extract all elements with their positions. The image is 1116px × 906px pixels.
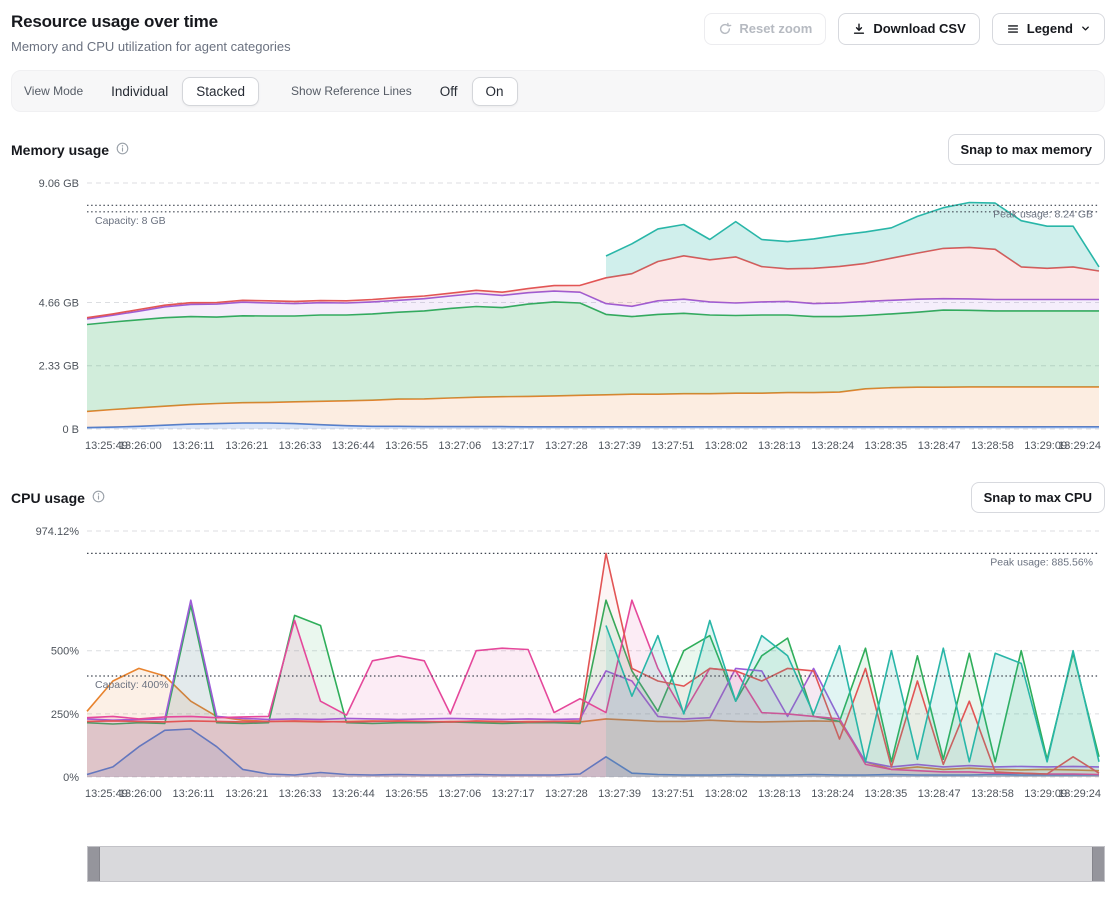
controls-bar: View Mode Individual Stacked Show Refere… bbox=[11, 70, 1105, 112]
reset-icon bbox=[718, 22, 732, 36]
reference-line-label: Peak usage: 885.56% bbox=[990, 556, 1093, 568]
info-icon[interactable] bbox=[116, 142, 129, 158]
legend-list-icon bbox=[1006, 22, 1020, 36]
page-title: Resource usage over time bbox=[11, 12, 291, 32]
x-tick-label: 13:27:28 bbox=[545, 440, 588, 452]
chevron-down-icon bbox=[1080, 23, 1091, 34]
legend-label: Legend bbox=[1027, 21, 1073, 37]
x-tick-label: 13:27:51 bbox=[651, 440, 694, 452]
cpu-usage-chart[interactable]: 0% 250% 500% 974.12% Peak usage: 885.56% Capa… bbox=[11, 519, 1105, 816]
info-icon[interactable] bbox=[92, 490, 105, 506]
x-tick-label: 13:26:33 bbox=[279, 788, 322, 800]
y-tick-label: 4.66 GB bbox=[39, 298, 79, 310]
cpu-section-title: CPU usage bbox=[11, 490, 85, 506]
x-tick-label: 13:27:39 bbox=[598, 440, 641, 452]
view-mode-label: View Mode bbox=[24, 84, 83, 98]
reference-lines-label: Show Reference Lines bbox=[291, 84, 412, 98]
resource-usage-page: Resource usage over time Memory and CPU … bbox=[0, 0, 1116, 904]
x-tick-label: 13:27:17 bbox=[492, 788, 535, 800]
x-tick-label: 13:28:58 bbox=[971, 788, 1014, 800]
x-tick-label: 13:28:13 bbox=[758, 440, 801, 452]
y-tick-label: 974.12% bbox=[36, 526, 80, 538]
reference-lines-option-on[interactable]: On bbox=[472, 77, 518, 106]
reset-zoom-button[interactable]: Reset zoom bbox=[704, 13, 826, 45]
x-tick-label: 13:27:06 bbox=[438, 788, 481, 800]
brush-handle-left[interactable] bbox=[88, 847, 100, 881]
reference-lines-option-off[interactable]: Off bbox=[426, 77, 472, 106]
x-tick-label: 13:28:58 bbox=[971, 440, 1014, 452]
x-tick-label: 13:27:06 bbox=[438, 440, 481, 452]
y-tick-label: 9.06 GB bbox=[39, 178, 79, 190]
x-tick-label: 13:26:33 bbox=[279, 440, 322, 452]
page-subtitle: Memory and CPU utilization for agent cat… bbox=[11, 39, 291, 54]
memory-usage-chart[interactable]: 0 B 2.33 GB 4.66 GB 9.06 GB Capacity: 8 GB Pe… bbox=[11, 171, 1105, 468]
zoom-brush-track[interactable] bbox=[87, 846, 1105, 882]
x-tick-label: 13:29:24 bbox=[1058, 788, 1101, 800]
y-tick-label: 250% bbox=[51, 709, 79, 721]
x-tick-label: 13:28:24 bbox=[811, 788, 854, 800]
x-tick-label: 13:26:44 bbox=[332, 440, 375, 452]
header-text: Resource usage over time Memory and CPU … bbox=[11, 10, 291, 54]
y-tick-label: 2.33 GB bbox=[39, 361, 79, 373]
x-tick-label: 13:28:02 bbox=[705, 440, 748, 452]
x-tick-label: 13:27:39 bbox=[598, 788, 641, 800]
cpu-section-title-row: CPU usage bbox=[11, 490, 105, 506]
x-tick-label: 13:29:24 bbox=[1058, 440, 1101, 452]
x-tick-label: 13:27:17 bbox=[492, 440, 535, 452]
header-actions: Reset zoom Download CSV Legend bbox=[704, 13, 1105, 45]
snap-to-max-cpu-button[interactable]: Snap to max CPU bbox=[971, 482, 1105, 513]
snap-to-max-memory-button[interactable]: Snap to max memory bbox=[948, 134, 1106, 165]
y-tick-label: 0 B bbox=[62, 424, 79, 436]
x-tick-label: 13:26:44 bbox=[332, 788, 375, 800]
download-csv-button[interactable]: Download CSV bbox=[838, 13, 979, 45]
x-tick-label: 13:28:35 bbox=[864, 440, 907, 452]
memory-section-header: Memory usage Snap to max memory bbox=[11, 134, 1105, 165]
x-tick-label: 13:26:55 bbox=[385, 788, 428, 800]
download-csv-label: Download CSV bbox=[873, 21, 965, 37]
y-tick-label: 500% bbox=[51, 646, 79, 658]
memory-chart-svg[interactable]: 0 B 2.33 GB 4.66 GB 9.06 GB Capacity: 8 GB Pe… bbox=[11, 171, 1105, 463]
y-tick-label: 0% bbox=[63, 772, 79, 784]
x-tick-label: 13:26:21 bbox=[225, 440, 268, 452]
x-tick-label: 13:27:51 bbox=[651, 788, 694, 800]
x-tick-label: 13:28:47 bbox=[918, 440, 961, 452]
download-icon bbox=[852, 22, 866, 36]
memory-section-title: Memory usage bbox=[11, 142, 109, 158]
page-header: Resource usage over time Memory and CPU … bbox=[11, 10, 1105, 54]
x-tick-label: 13:26:00 bbox=[119, 440, 162, 452]
x-tick-label: 13:26:11 bbox=[172, 440, 214, 452]
reference-line-label: Capacity: 8 GB bbox=[95, 215, 166, 227]
x-tick-label: 13:28:13 bbox=[758, 788, 801, 800]
cpu-chart-svg[interactable]: 0% 250% 500% 974.12% Peak usage: 885.56% Capa… bbox=[11, 519, 1105, 811]
x-tick-label: 13:26:00 bbox=[119, 788, 162, 800]
x-tick-label: 13:26:55 bbox=[385, 440, 428, 452]
reference-line-label: Peak usage: 8.24 GB bbox=[993, 208, 1093, 220]
x-tick-label: 13:28:35 bbox=[864, 788, 907, 800]
memory-section-title-row: Memory usage bbox=[11, 142, 129, 158]
brush-handle-right[interactable] bbox=[1092, 847, 1104, 881]
view-mode-option-stacked[interactable]: Stacked bbox=[182, 77, 259, 106]
cpu-section-header: CPU usage Snap to max CPU bbox=[11, 482, 1105, 513]
x-tick-label: 13:27:28 bbox=[545, 788, 588, 800]
reset-zoom-label: Reset zoom bbox=[739, 21, 812, 37]
x-tick-label: 13:28:47 bbox=[918, 788, 961, 800]
x-tick-label: 13:28:24 bbox=[811, 440, 854, 452]
reference-line-label: Capacity: 400% bbox=[95, 679, 169, 691]
legend-button[interactable]: Legend bbox=[992, 13, 1105, 45]
x-tick-label: 13:26:11 bbox=[172, 788, 214, 800]
x-tick-label: 13:28:02 bbox=[705, 788, 748, 800]
view-mode-option-individual[interactable]: Individual bbox=[97, 77, 182, 106]
x-tick-label: 13:26:21 bbox=[225, 788, 268, 800]
